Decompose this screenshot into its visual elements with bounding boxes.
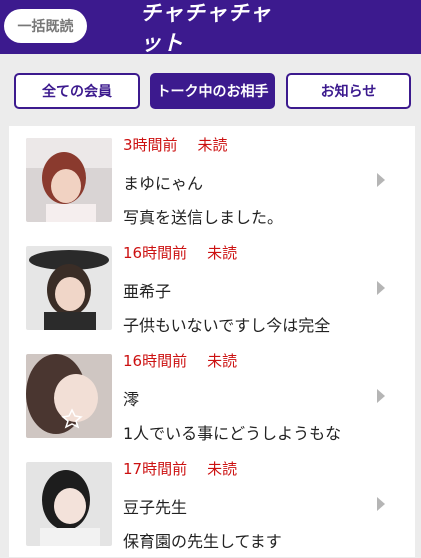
avatar [26, 246, 112, 330]
tab-notices[interactable]: お知らせ [286, 73, 411, 109]
mark-all-read-button[interactable]: 一括既読 [4, 9, 87, 43]
time-ago: 16時間前 [123, 244, 188, 262]
message-preview: 子供もいないですし今は完全 [123, 316, 331, 335]
contact-name: 豆子先生 [123, 498, 188, 517]
message-meta: 17時間前 未読 [123, 458, 237, 480]
message-meta: 16時間前 未読 [123, 242, 237, 264]
chevron-right-icon [377, 281, 385, 295]
unread-badge: 未読 [207, 352, 238, 370]
message-meta: 3時間前 未読 [123, 134, 228, 156]
conversation-item[interactable]: 16時間前 未読 亜希子 子供もいないですし今は完全 [9, 234, 415, 342]
conversation-item[interactable]: 17時間前 未読 豆子先生 保育園の先生してます [9, 450, 415, 558]
message-meta: 16時間前 未読 [123, 350, 237, 372]
unread-badge: 未読 [197, 136, 228, 154]
chevron-right-icon [377, 389, 385, 403]
avatar [26, 462, 112, 546]
chevron-right-icon [377, 497, 385, 511]
tab-all-members[interactable]: 全ての会員 [14, 73, 140, 109]
contact-name: まゆにゃん [123, 174, 204, 193]
app-title: チャチャチャット [140, 1, 272, 55]
conversation-item[interactable]: 16時間前 未読 澪 1人でいる事にどうしようもな [9, 342, 415, 450]
avatar [26, 138, 112, 222]
unread-badge: 未読 [207, 460, 238, 478]
chevron-right-icon [377, 173, 385, 187]
avatar [26, 354, 112, 438]
contact-name: 亜希子 [123, 282, 172, 301]
message-preview: 写真を送信しました。 [123, 208, 284, 227]
unread-badge: 未読 [207, 244, 238, 262]
time-ago: 3時間前 [123, 136, 178, 154]
top-bar: 一括既読 チャチャチャット [0, 0, 421, 55]
tab-talking-partners[interactable]: トーク中のお相手 [150, 73, 275, 109]
conversation-list: 3時間前 未読 まゆにゃん 写真を送信しました。 16時間前 未読 亜希子 子供… [9, 126, 415, 557]
time-ago: 17時間前 [123, 460, 188, 478]
contact-name: 澪 [123, 390, 140, 409]
conversation-item[interactable]: 3時間前 未読 まゆにゃん 写真を送信しました。 [9, 126, 415, 234]
message-preview: 保育園の先生してます [123, 532, 282, 551]
time-ago: 16時間前 [123, 352, 188, 370]
tab-bar: 全ての会員 トーク中のお相手 お知らせ [0, 54, 421, 126]
message-preview: 1人でいる事にどうしようもな [123, 424, 342, 443]
